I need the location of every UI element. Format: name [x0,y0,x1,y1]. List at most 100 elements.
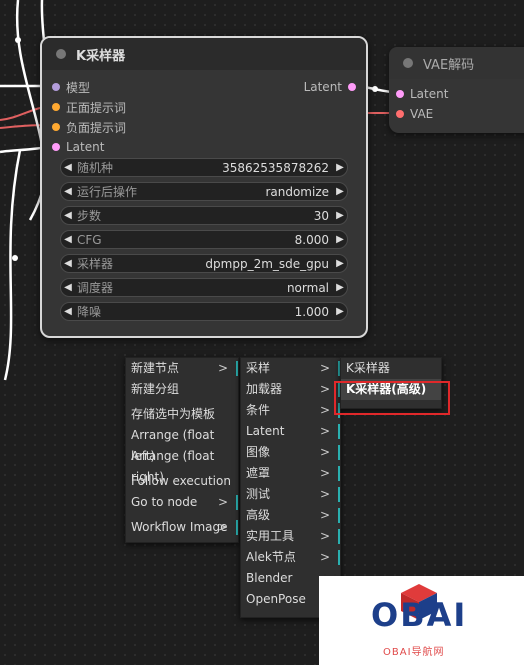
vae-decode-node[interactable]: VAE解码 Latent VAE [389,47,524,133]
menu-item-label: 存储选中为模板 [131,407,216,421]
widget-cfg[interactable]: ◀ CFG 8.000 ▶ [60,230,348,249]
input-slot-negative[interactable]: 负面提示词 [52,118,126,136]
submenu-bar [338,424,340,439]
submenu-bar [236,361,238,376]
left-arrow-icon[interactable]: ◀ [61,234,75,245]
menu-item-mask[interactable]: 遮罩 > [241,463,340,484]
input-slot-latent[interactable]: Latent [52,138,104,156]
widget-name: 采样器 [77,257,114,271]
slot-dot-icon[interactable] [348,83,356,91]
slot-dot-icon[interactable] [52,143,60,151]
link-reroute-dot [372,86,378,92]
widget-name: 调度器 [77,281,114,295]
slot-dot-icon[interactable] [52,83,60,91]
menu-item-go-to-node[interactable]: Go to node > [126,492,238,513]
menu-item-follow-execution[interactable]: Follow execution [126,471,238,492]
menu-item-label: 新建节点 [131,361,180,375]
slot-label: 负面提示词 [66,120,127,135]
left-arrow-icon[interactable]: ◀ [61,186,75,197]
widget-value[interactable]: 8.000 [102,233,329,247]
slot-dot-icon[interactable] [52,123,60,131]
menu-item-advanced[interactable]: 高级 > [241,505,340,526]
menu-item-label: Go to node [131,495,198,509]
input-slot-latent[interactable]: Latent [396,85,448,103]
menu-item-new-node[interactable]: 新建节点 > [126,358,238,379]
menu-item-arrange-right[interactable]: Arrange (float right) [126,446,238,484]
menu-item-workflow-image[interactable]: Workflow Image > [126,517,238,538]
widget-sampler[interactable]: ◀ 采样器 dpmpp_2m_sde_gpu ▶ [60,254,348,273]
submenu-arrow-icon: > [319,529,330,543]
menu-item-utils[interactable]: 实用工具 > [241,526,340,547]
menu-item-conditioning[interactable]: 条件 > [241,400,340,421]
ksampler-node[interactable]: K采样器 模型 正面提示词 负面提示词 Latent Latent ◀ 随机种 … [40,36,368,338]
widget-value[interactable]: normal [113,281,329,295]
menu-item-loaders[interactable]: 加载器 > [241,379,340,400]
left-arrow-icon[interactable]: ◀ [61,210,75,221]
vae-decode-title-bar[interactable]: VAE解码 [389,47,524,79]
widget-value[interactable]: 1.000 [101,305,329,319]
watermark: OBAI OBAI导航网 [319,576,524,665]
menu-item-sampling[interactable]: 采样 > [241,358,340,379]
menu-item-ksampler[interactable]: K采样器 [341,358,441,379]
left-arrow-icon[interactable]: ◀ [61,162,75,173]
right-arrow-icon[interactable]: ▶ [333,282,347,293]
widget-steps[interactable]: ◀ 步数 30 ▶ [60,206,348,225]
widget-value[interactable]: randomize [137,185,329,199]
menu-item-testing[interactable]: 测试 > [241,484,340,505]
widget-name: 步数 [77,209,102,223]
widget-seed[interactable]: ◀ 随机种 35862535878262 ▶ [60,158,348,177]
input-slot-model[interactable]: 模型 [52,78,90,96]
submenu-bar [236,495,238,510]
right-arrow-icon[interactable]: ▶ [333,306,347,317]
menu-item-label: K采样器 [346,361,390,375]
menu-item-label: Follow execution [131,474,231,488]
left-arrow-icon[interactable]: ◀ [61,282,75,293]
widget-name: 运行后操作 [77,185,138,199]
menu-item-label: 新建分组 [131,382,180,396]
right-arrow-icon[interactable]: ▶ [333,210,347,221]
widget-value[interactable]: dpmpp_2m_sde_gpu [113,257,329,271]
input-slot-vae[interactable]: VAE [396,105,433,123]
submenu-arrow-icon: > [319,403,330,417]
right-arrow-icon[interactable]: ▶ [333,234,347,245]
submenu-bar [236,520,238,535]
link-long [3,149,22,381]
menu-item-label: 图像 [246,445,271,459]
menu-item-label: Latent [246,424,285,438]
slot-dot-icon[interactable] [396,110,404,118]
menu-item-arrange-left[interactable]: Arrange (float left) [126,425,238,463]
submenu-arrow-icon: > [319,424,330,438]
submenu-arrow-icon: > [319,361,330,375]
output-slot-latent[interactable]: Latent [304,78,356,96]
left-arrow-icon[interactable]: ◀ [61,258,75,269]
menu-item-latent[interactable]: Latent > [241,421,340,442]
right-arrow-icon[interactable]: ▶ [333,258,347,269]
widget-control-after-generate[interactable]: ◀ 运行后操作 randomize ▶ [60,182,348,201]
ksampler-title: K采样器 [76,48,126,64]
canvas-context-menu: 新建节点 > 新建分组 存储选中为模板 Arrange (float left)… [125,357,239,543]
highlight-box [334,381,450,415]
widget-denoise[interactable]: ◀ 降噪 1.000 ▶ [60,302,348,321]
widget-value[interactable]: 30 [101,209,329,223]
right-arrow-icon[interactable]: ▶ [333,186,347,197]
menu-item-alek-nodes[interactable]: Alek节点 > [241,547,340,568]
ksampler-title-bar[interactable]: K采样器 [42,38,366,70]
submenu-arrow-icon: > [319,487,330,501]
collapse-dot-icon[interactable] [403,58,413,68]
collapse-dot-icon[interactable] [56,49,66,59]
menu-item-save-template[interactable]: 存储选中为模板 [126,404,238,425]
menu-item-new-group[interactable]: 新建分组 [126,379,238,400]
menu-item-image[interactable]: 图像 > [241,442,340,463]
slot-dot-icon[interactable] [52,103,60,111]
submenu-arrow-icon: > [217,361,228,375]
submenu-bar [338,529,340,544]
widget-value[interactable]: 35862535878262 [113,161,329,175]
slot-dot-icon[interactable] [396,90,404,98]
widget-scheduler[interactable]: ◀ 调度器 normal ▶ [60,278,348,297]
watermark-subtitle: OBAI导航网 [383,647,445,658]
submenu-arrow-icon: > [217,495,228,509]
menu-item-label: 采样 [246,361,271,375]
left-arrow-icon[interactable]: ◀ [61,306,75,317]
right-arrow-icon[interactable]: ▶ [333,162,347,173]
input-slot-positive[interactable]: 正面提示词 [52,98,126,116]
